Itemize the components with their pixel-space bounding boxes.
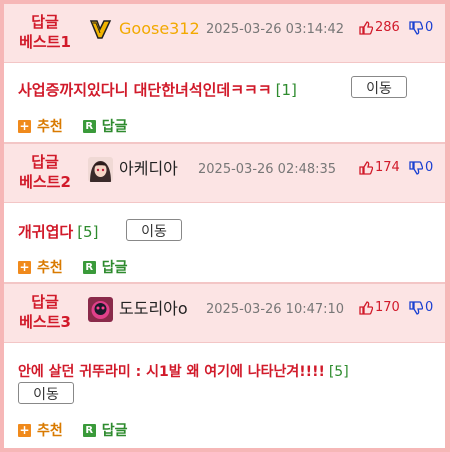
upvote-button[interactable]: 174 <box>359 160 400 175</box>
move-button[interactable]: 이동 <box>351 76 407 98</box>
reply-r-icon: R <box>82 423 96 437</box>
comment-header: 답글 베스트3 도도리아o 2025-03-26 10:47:10 170 0 <box>4 284 445 343</box>
best-comment-2: 답글 베스트2 아케디아 2025-03-26 02:48:35 174 0 개… <box>4 144 445 284</box>
recommend-label: 추천 <box>37 119 63 135</box>
recommend-button[interactable]: + 추천 <box>18 257 63 277</box>
reply-r-icon: R <box>82 119 96 133</box>
best-comments-panel: 답글 베스트1 Goose312 2025-03-26 03:14:42 286 <box>4 4 445 448</box>
upvote-button[interactable]: 170 <box>359 300 400 315</box>
thumbs-up-icon <box>359 300 373 315</box>
nickname[interactable]: 아케디아 <box>119 159 178 179</box>
downvote-button[interactable]: 0 <box>409 300 433 315</box>
comment-header: 답글 베스트2 아케디아 2025-03-26 02:48:35 174 0 <box>4 144 445 203</box>
badge-line-1: 답글 <box>31 153 59 171</box>
badge-line-1: 답글 <box>31 293 59 311</box>
downvote-count: 0 <box>425 160 434 175</box>
move-button[interactable]: 이동 <box>18 382 74 404</box>
upvote-button[interactable]: 286 <box>359 20 400 35</box>
recommend-button[interactable]: + 추천 <box>18 116 63 136</box>
downvote-count: 0 <box>425 20 434 35</box>
reply-count[interactable]: [5] <box>329 364 349 380</box>
plus-icon: + <box>18 259 31 274</box>
comment-actions: + 추천 R 답글 <box>18 116 128 136</box>
timestamp: 2025-03-26 03:14:42 <box>206 22 345 37</box>
comment-header: 답글 베스트1 Goose312 2025-03-26 03:14:42 286 <box>4 4 445 63</box>
upvote-count: 286 <box>375 20 400 35</box>
comment-actions: + 추천 R 답글 <box>18 420 128 440</box>
best-badge: 답글 베스트2 <box>16 152 74 192</box>
nickname[interactable]: Goose312 <box>119 19 200 39</box>
reply-button[interactable]: R 답글 <box>82 116 128 136</box>
recommend-label: 추천 <box>37 260 63 276</box>
comment-body: 사업증까지있다니 대단한녀석인데ㅋㅋㅋ <box>18 81 272 99</box>
comment-text: 사업증까지있다니 대단한녀석인데ㅋㅋㅋ [1] <box>18 79 297 100</box>
reply-r-icon: R <box>82 260 96 274</box>
timestamp: 2025-03-26 10:47:10 <box>206 302 345 317</box>
reply-label: 답글 <box>101 260 128 276</box>
comment-actions: + 추천 R 답글 <box>18 257 128 277</box>
upvote-count: 170 <box>375 300 400 315</box>
move-button[interactable]: 이동 <box>126 219 182 241</box>
downvote-count: 0 <box>425 300 434 315</box>
timestamp: 2025-03-26 02:48:35 <box>198 162 337 177</box>
plus-icon: + <box>18 118 31 133</box>
best-comment-1: 답글 베스트1 Goose312 2025-03-26 03:14:42 286 <box>4 4 445 144</box>
comment-text: 개귀엽다 [5] <box>18 221 98 242</box>
thumbs-up-icon <box>359 20 373 35</box>
plus-icon: + <box>18 422 31 437</box>
badge-line-1: 답글 <box>31 13 59 31</box>
reply-count[interactable]: [5] <box>77 223 98 241</box>
recommend-label: 추천 <box>37 423 63 439</box>
thumbs-down-icon <box>409 20 423 35</box>
comment-text: 안에 살던 귀뚜라미 : 시1발 왜 여기에 나타난겨!!!! [5] <box>18 361 349 381</box>
badge-line-2: 베스트3 <box>19 313 71 331</box>
recommend-button[interactable]: + 추천 <box>18 420 63 440</box>
thumbs-down-icon <box>409 300 423 315</box>
avatar[interactable] <box>88 157 113 182</box>
avatar[interactable] <box>88 297 113 322</box>
comment-body: 개귀엽다 <box>18 223 74 241</box>
thumbs-up-icon <box>359 160 373 175</box>
downvote-button[interactable]: 0 <box>409 20 433 35</box>
reply-label: 답글 <box>101 423 128 439</box>
downvote-button[interactable]: 0 <box>409 160 433 175</box>
best-badge: 답글 베스트3 <box>16 292 74 332</box>
comment-body: 안에 살던 귀뚜라미 : 시1발 왜 여기에 나타난겨!!!! <box>18 364 325 380</box>
nickname[interactable]: 도도리아o <box>119 299 188 319</box>
badge-line-2: 베스트1 <box>19 33 71 51</box>
avatar[interactable] <box>88 17 113 42</box>
reply-button[interactable]: R 답글 <box>82 257 128 277</box>
badge-line-2: 베스트2 <box>19 173 71 191</box>
reply-count[interactable]: [1] <box>276 81 297 99</box>
reply-button[interactable]: R 답글 <box>82 420 128 440</box>
best-badge: 답글 베스트1 <box>16 12 74 52</box>
best-comment-3: 답글 베스트3 도도리아o 2025-03-26 10:47:10 170 0 … <box>4 284 445 448</box>
upvote-count: 174 <box>375 160 400 175</box>
reply-label: 답글 <box>101 119 128 135</box>
thumbs-down-icon <box>409 160 423 175</box>
